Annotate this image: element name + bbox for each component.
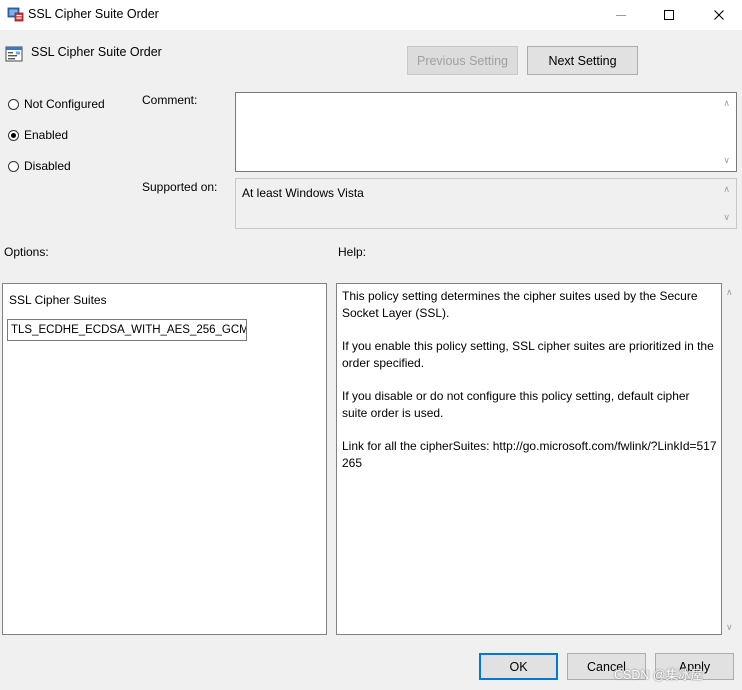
previous-setting-button[interactable]: Previous Setting bbox=[407, 46, 518, 75]
radio-disabled-label: Disabled bbox=[24, 159, 71, 173]
radio-not-configured-label: Not Configured bbox=[24, 97, 105, 111]
radio-not-configured[interactable]: Not Configured bbox=[8, 97, 105, 111]
help-scroll-up-icon[interactable]: ∧ bbox=[726, 287, 733, 298]
options-panel: SSL Cipher Suites TLS_ECDHE_ECDSA_WITH_A… bbox=[2, 283, 327, 635]
supported-scroll-up-icon[interactable]: ∧ bbox=[723, 184, 730, 195]
policy-setting-icon bbox=[5, 45, 23, 63]
ok-button[interactable]: OK bbox=[479, 653, 558, 680]
help-scroll-down-icon[interactable]: ∨ bbox=[726, 622, 733, 633]
close-button[interactable] bbox=[696, 0, 742, 30]
maximize-icon bbox=[664, 10, 674, 20]
radio-disabled-circle[interactable] bbox=[8, 160, 19, 172]
radio-not-configured-circle[interactable] bbox=[8, 98, 19, 110]
policy-app-icon bbox=[7, 6, 24, 22]
options-heading: Options: bbox=[4, 245, 49, 259]
cipher-suites-value: TLS_ECDHE_ECDSA_WITH_AES_256_GCM_S bbox=[11, 324, 247, 336]
supported-scroll-down-icon[interactable]: ∨ bbox=[723, 212, 730, 223]
help-paragraph: If you enable this policy setting, SSL c… bbox=[342, 339, 714, 370]
next-setting-button[interactable]: Next Setting bbox=[527, 46, 638, 75]
minimize-button[interactable] bbox=[598, 0, 644, 30]
help-paragraph-link: Link for all the cipherSuites: http://go… bbox=[342, 439, 717, 470]
help-panel: This policy setting determines the ciphe… bbox=[336, 283, 722, 635]
help-heading: Help: bbox=[338, 245, 367, 259]
radio-disabled[interactable]: Disabled bbox=[8, 159, 71, 173]
help-paragraph: If you disable or do not configure this … bbox=[342, 389, 690, 420]
radio-enabled-label: Enabled bbox=[24, 128, 69, 142]
radio-enabled[interactable]: Enabled bbox=[8, 128, 68, 142]
policy-name: SSL Cipher Suite Order bbox=[31, 45, 162, 59]
help-paragraph: This policy setting determines the ciphe… bbox=[342, 289, 698, 320]
close-icon bbox=[714, 10, 724, 20]
comment-scroll-up-icon[interactable]: ∧ bbox=[723, 98, 730, 109]
cipher-suites-input[interactable]: TLS_ECDHE_ECDSA_WITH_AES_256_GCM_S bbox=[7, 319, 247, 341]
comment-textbox[interactable]: ∧ ∨ bbox=[235, 92, 737, 172]
supported-on-value: At least Windows Vista bbox=[242, 186, 364, 200]
minimize-icon bbox=[616, 15, 626, 16]
radio-enabled-circle[interactable] bbox=[8, 129, 19, 141]
watermark: CSDN @集冰屋 bbox=[614, 668, 704, 682]
comment-scroll-down-icon[interactable]: ∨ bbox=[723, 155, 730, 166]
maximize-button[interactable] bbox=[646, 0, 692, 30]
supported-on-box: At least Windows Vista ∧ ∨ bbox=[235, 178, 737, 229]
cipher-suites-label: SSL Cipher Suites bbox=[9, 293, 107, 307]
comment-label: Comment: bbox=[142, 93, 198, 107]
supported-on-label: Supported on: bbox=[142, 180, 218, 194]
window-title: SSL Cipher Suite Order bbox=[28, 7, 159, 21]
